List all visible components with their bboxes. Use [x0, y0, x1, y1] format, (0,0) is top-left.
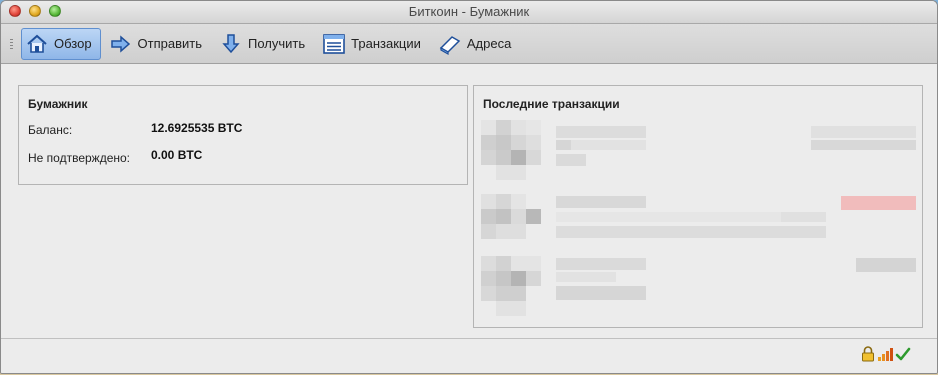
- wallet-panel: Бумажник Баланс: 12.6925535 BTC Не подтв…: [18, 85, 468, 185]
- recent-transactions-panel: Последние транзакции: [473, 85, 923, 328]
- send-button-label: Отправить: [137, 36, 203, 51]
- balance-label: Баланс:: [28, 123, 73, 137]
- app-window: Биткоин - Бумажник Обзор Отправить Получ…: [0, 0, 938, 374]
- connection-signal-icon[interactable]: [877, 346, 893, 367]
- transactions-button[interactable]: Транзакции: [318, 28, 430, 60]
- title-bar: Биткоин - Бумажник: [1, 1, 937, 24]
- toolbar-grip-handle[interactable]: [10, 39, 13, 49]
- unconfirmed-value: 0.00 BTC: [151, 148, 203, 162]
- wallet-panel-title: Бумажник: [28, 97, 88, 111]
- addresses-button[interactable]: Адреса: [434, 28, 520, 60]
- transaction-row-3[interactable]: [481, 256, 921, 318]
- status-bar: [1, 338, 937, 373]
- receive-button[interactable]: Получить: [215, 28, 314, 60]
- transaction-row-1[interactable]: [481, 120, 921, 180]
- send-button[interactable]: Отправить: [105, 28, 211, 60]
- receive-arrow-icon: [219, 32, 243, 56]
- send-arrow-icon: [109, 32, 133, 56]
- synced-check-icon[interactable]: [895, 346, 911, 367]
- toolbar: Обзор Отправить Получить Транзакции Адре: [1, 24, 937, 64]
- pixelated-transaction-2: [481, 194, 916, 239]
- receive-button-label: Получить: [248, 36, 306, 51]
- lock-icon[interactable]: [861, 346, 875, 367]
- balance-value: 12.6925535 BTC: [151, 121, 243, 135]
- overview-button[interactable]: Обзор: [21, 27, 101, 60]
- pixelated-transaction-1: [481, 120, 916, 180]
- unconfirmed-label: Не подтверждено:: [28, 151, 131, 165]
- addresses-button-label: Адреса: [466, 36, 512, 51]
- window-title: Биткоин - Бумажник: [408, 4, 530, 19]
- transactions-button-label: Транзакции: [351, 36, 421, 51]
- transaction-row-2[interactable]: [481, 194, 921, 246]
- overview-button-label: Обзор: [54, 36, 92, 51]
- transactions-list-icon: [322, 32, 346, 56]
- pixelated-transaction-3: [481, 256, 916, 316]
- recent-transactions-title: Последние транзакции: [483, 97, 620, 111]
- address-book-icon: [438, 32, 462, 56]
- status-icons: [861, 346, 911, 367]
- home-icon: [25, 32, 49, 56]
